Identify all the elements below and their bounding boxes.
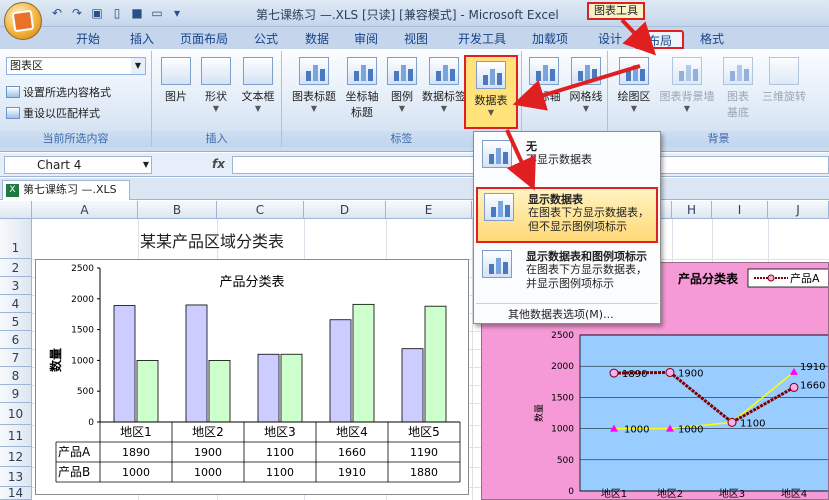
- annotation-arrows: [505, 18, 657, 191]
- arrow-to-show-data-table: [505, 129, 536, 191]
- arrow-to-layout-tab: [620, 18, 657, 56]
- arrow-to-data-table-button: [512, 64, 641, 111]
